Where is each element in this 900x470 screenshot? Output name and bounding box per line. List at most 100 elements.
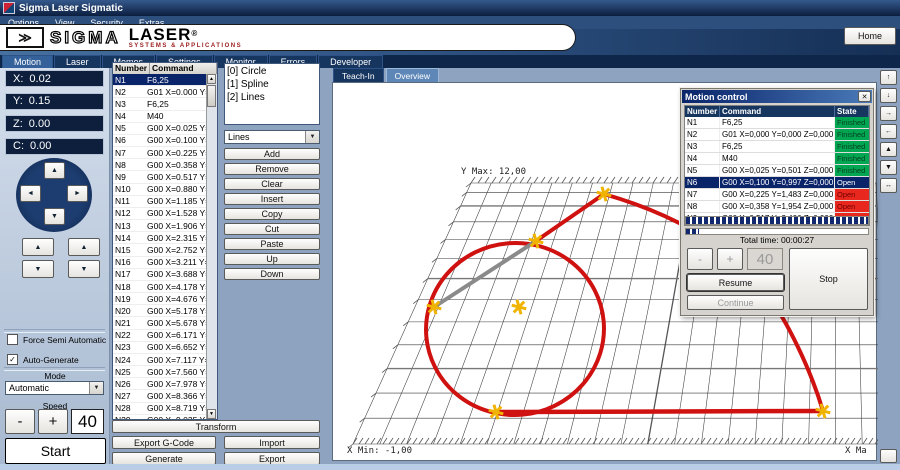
gcode-row[interactable]: N11G00 X=1.185 Y=3.2.. (113, 196, 207, 208)
gcode-row[interactable]: N25G00 X=7.560 Y=4.2.. (113, 366, 207, 378)
jog-down-button[interactable]: ▼ (44, 208, 65, 225)
gcode-row[interactable]: N10G00 X=0.880 Y=2.8.. (113, 184, 207, 196)
view-tool-button-2[interactable]: → (880, 106, 897, 121)
jog-up-button[interactable]: ▲ (44, 162, 65, 179)
gcode-row[interactable]: N17G00 X=3.688 Y=4.8.. (113, 269, 207, 281)
view-tool-button-1[interactable]: ↓ (880, 88, 897, 103)
gcode-table[interactable]: NumberCommand N1F6,25N2G01 X=0.000 Y=0.0… (112, 62, 218, 420)
mc-speed-plus-button[interactable]: + (717, 248, 743, 270)
corner-button[interactable] (880, 449, 897, 463)
c-down-button[interactable]: ▼ (68, 260, 100, 278)
gcode-row[interactable]: N23G00 X=6.652 Y=4.7.. (113, 342, 207, 354)
gcode-row[interactable]: N27G00 X=8.366 Y=3.6.. (113, 390, 207, 402)
import-button[interactable]: Import (224, 436, 320, 449)
jog-right-button[interactable]: ► (67, 185, 88, 202)
jog-left-button[interactable]: ◄ (20, 185, 41, 202)
motion-row[interactable]: N2G01 X=0,000 Y=0,000 Z=0,000Finished (685, 129, 869, 141)
tab-teach-in[interactable]: Teach-In (333, 68, 384, 82)
insert-button[interactable]: Insert (224, 193, 320, 205)
speed-minus-button[interactable]: - (5, 409, 35, 434)
gcode-row[interactable]: N12G00 X=1.528 Y=3.5.. (113, 208, 207, 220)
resume-button[interactable]: Resume (687, 274, 784, 291)
up-button[interactable]: Up (224, 253, 320, 265)
shapes-listbox[interactable]: [0] Circle[1] Spline[2] Lines (224, 63, 320, 125)
gcode-row[interactable]: N22G00 X=6.171 Y=4.8.. (113, 330, 207, 342)
checkbox-box[interactable]: ✓ (7, 354, 18, 365)
list-item-circle[interactable]: [0] Circle (227, 65, 319, 78)
chevron-down-icon[interactable]: ▼ (89, 382, 103, 394)
gcode-row[interactable]: N1F6,25 (113, 74, 207, 86)
checkbox-force-semi-automatic[interactable]: Force Semi Automatic (7, 334, 106, 345)
cut-button[interactable]: Cut (224, 223, 320, 235)
view-tool-button-3[interactable]: ← (880, 124, 897, 139)
scroll-down-icon[interactable]: ▼ (207, 409, 216, 419)
scrollbar-thumb[interactable] (207, 85, 216, 107)
tab-laser[interactable]: Laser (54, 55, 101, 68)
tab-overview[interactable]: Overview (386, 68, 439, 82)
paste-button[interactable]: Paste (224, 238, 320, 250)
home-button[interactable]: Home (844, 27, 896, 45)
gcode-row[interactable]: N9G00 X=0.517 Y=2.4.. (113, 171, 207, 183)
gcode-row[interactable]: N6G00 X=0.100 Y=0.9.. (113, 135, 207, 147)
gcode-header-command[interactable]: Command (150, 63, 217, 74)
continue-button[interactable]: Continue (687, 295, 784, 310)
list-item-lines[interactable]: [2] Lines (227, 91, 319, 104)
gcode-row[interactable]: N16G00 X=3.211 Y=4.6.. (113, 257, 207, 269)
gcode-header-number[interactable]: Number (113, 63, 150, 74)
list-item-spline[interactable]: [1] Spline (227, 78, 319, 91)
motion-row[interactable]: N3F6,25Finished (685, 141, 869, 153)
motion-control-titlebar[interactable]: Motion control (682, 90, 872, 103)
mc-speed-minus-button[interactable]: - (687, 248, 713, 270)
gcode-row[interactable]: N21G00 X=5.678 Y=4.9.. (113, 317, 207, 329)
gcode-row[interactable]: N18G00 X=4.178 Y=4.9.. (113, 281, 207, 293)
gcode-row[interactable]: N8G00 X=0.358 Y=1.9.. (113, 159, 207, 171)
gcode-row[interactable]: N5G00 X=0.025 Y=0.5.. (113, 123, 207, 135)
shape-type-dropdown[interactable]: Lines ▼ (224, 130, 320, 144)
copy-button[interactable]: Copy (224, 208, 320, 220)
gcode-row[interactable]: N20G00 X=5.178 Y=4.9.. (113, 305, 207, 317)
gcode-row[interactable]: N14G00 X=2.315 Y=4.2.. (113, 232, 207, 244)
motion-row[interactable]: N8G00 X=0,358 Y=1,954 Z=0,000Open (685, 201, 869, 213)
motion-control-window[interactable]: Motion control ✕ NumberCommandState N1F6… (680, 88, 874, 316)
motion-row[interactable]: N1F6,25Finished (685, 117, 869, 129)
gcode-row[interactable]: N4M40 (113, 111, 207, 123)
speed-plus-button[interactable]: + (38, 409, 68, 434)
stop-button[interactable]: Stop (789, 248, 868, 310)
view-tool-button-4[interactable]: ▲ (880, 142, 897, 157)
gcode-row[interactable]: N26G00 X=7.978 Y=4.0.. (113, 378, 207, 390)
mode-dropdown[interactable]: Automatic ▼ (5, 381, 104, 395)
gcode-row[interactable]: N24G00 X=7.117 Y=4.5.. (113, 354, 207, 366)
motion-row[interactable]: N7G00 X=0,225 Y=1,483 Z=0,000Open (685, 189, 869, 201)
view-tool-button-5[interactable]: ▼ (880, 160, 897, 175)
gcode-row[interactable]: N13G00 X=1.906 Y=3.9.. (113, 220, 207, 232)
tab-motion[interactable]: Motion (2, 55, 53, 68)
gcode-row[interactable]: N3F6,25 (113, 98, 207, 110)
transform-button[interactable]: Transform (112, 420, 320, 433)
z-up-button[interactable]: ▲ (22, 238, 54, 256)
view-tool-button-6[interactable]: ↔ (880, 178, 897, 193)
gcode-row[interactable]: N15G00 X=2.752 Y=4.4.. (113, 244, 207, 256)
gcode-scrollbar[interactable]: ▲ ▼ (206, 74, 217, 419)
motion-row[interactable]: N6G00 X=0,100 Y=0,997 Z=0,000Open (685, 177, 869, 189)
view-tool-button-0[interactable]: ↑ (880, 70, 897, 85)
down-button[interactable]: Down (224, 268, 320, 280)
remove-button[interactable]: Remove (224, 163, 320, 175)
close-icon[interactable]: ✕ (858, 91, 871, 102)
checkbox-auto-generate[interactable]: ✓Auto-Generate (7, 354, 79, 365)
export-gcode-button[interactable]: Export G-Code (112, 436, 216, 449)
c-up-button[interactable]: ▲ (68, 238, 100, 256)
gcode-row[interactable]: N7G00 X=0.225 Y=1.4.. (113, 147, 207, 159)
gcode-row[interactable]: N29G00 X=9.035 Y=2.9.. (113, 415, 207, 419)
gcode-row[interactable]: N28G00 X=8.719 Y=3.3.. (113, 403, 207, 415)
checkbox-box[interactable] (7, 334, 18, 345)
motion-row[interactable]: N4M40Finished (685, 153, 869, 165)
start-button[interactable]: Start (5, 438, 106, 464)
clear-button[interactable]: Clear (224, 178, 320, 190)
motion-row[interactable]: N5G00 X=0,025 Y=0,501 Z=0,000Finished (685, 165, 869, 177)
z-down-button[interactable]: ▼ (22, 260, 54, 278)
gcode-row[interactable]: N19G00 X=4.676 Y=4.9.. (113, 293, 207, 305)
gcode-row[interactable]: N2G01 X=0.000 Y=0.0.. (113, 86, 207, 98)
scroll-up-icon[interactable]: ▲ (207, 74, 216, 84)
add-button[interactable]: Add (224, 148, 320, 160)
tab-developer[interactable]: Developer (318, 55, 383, 68)
